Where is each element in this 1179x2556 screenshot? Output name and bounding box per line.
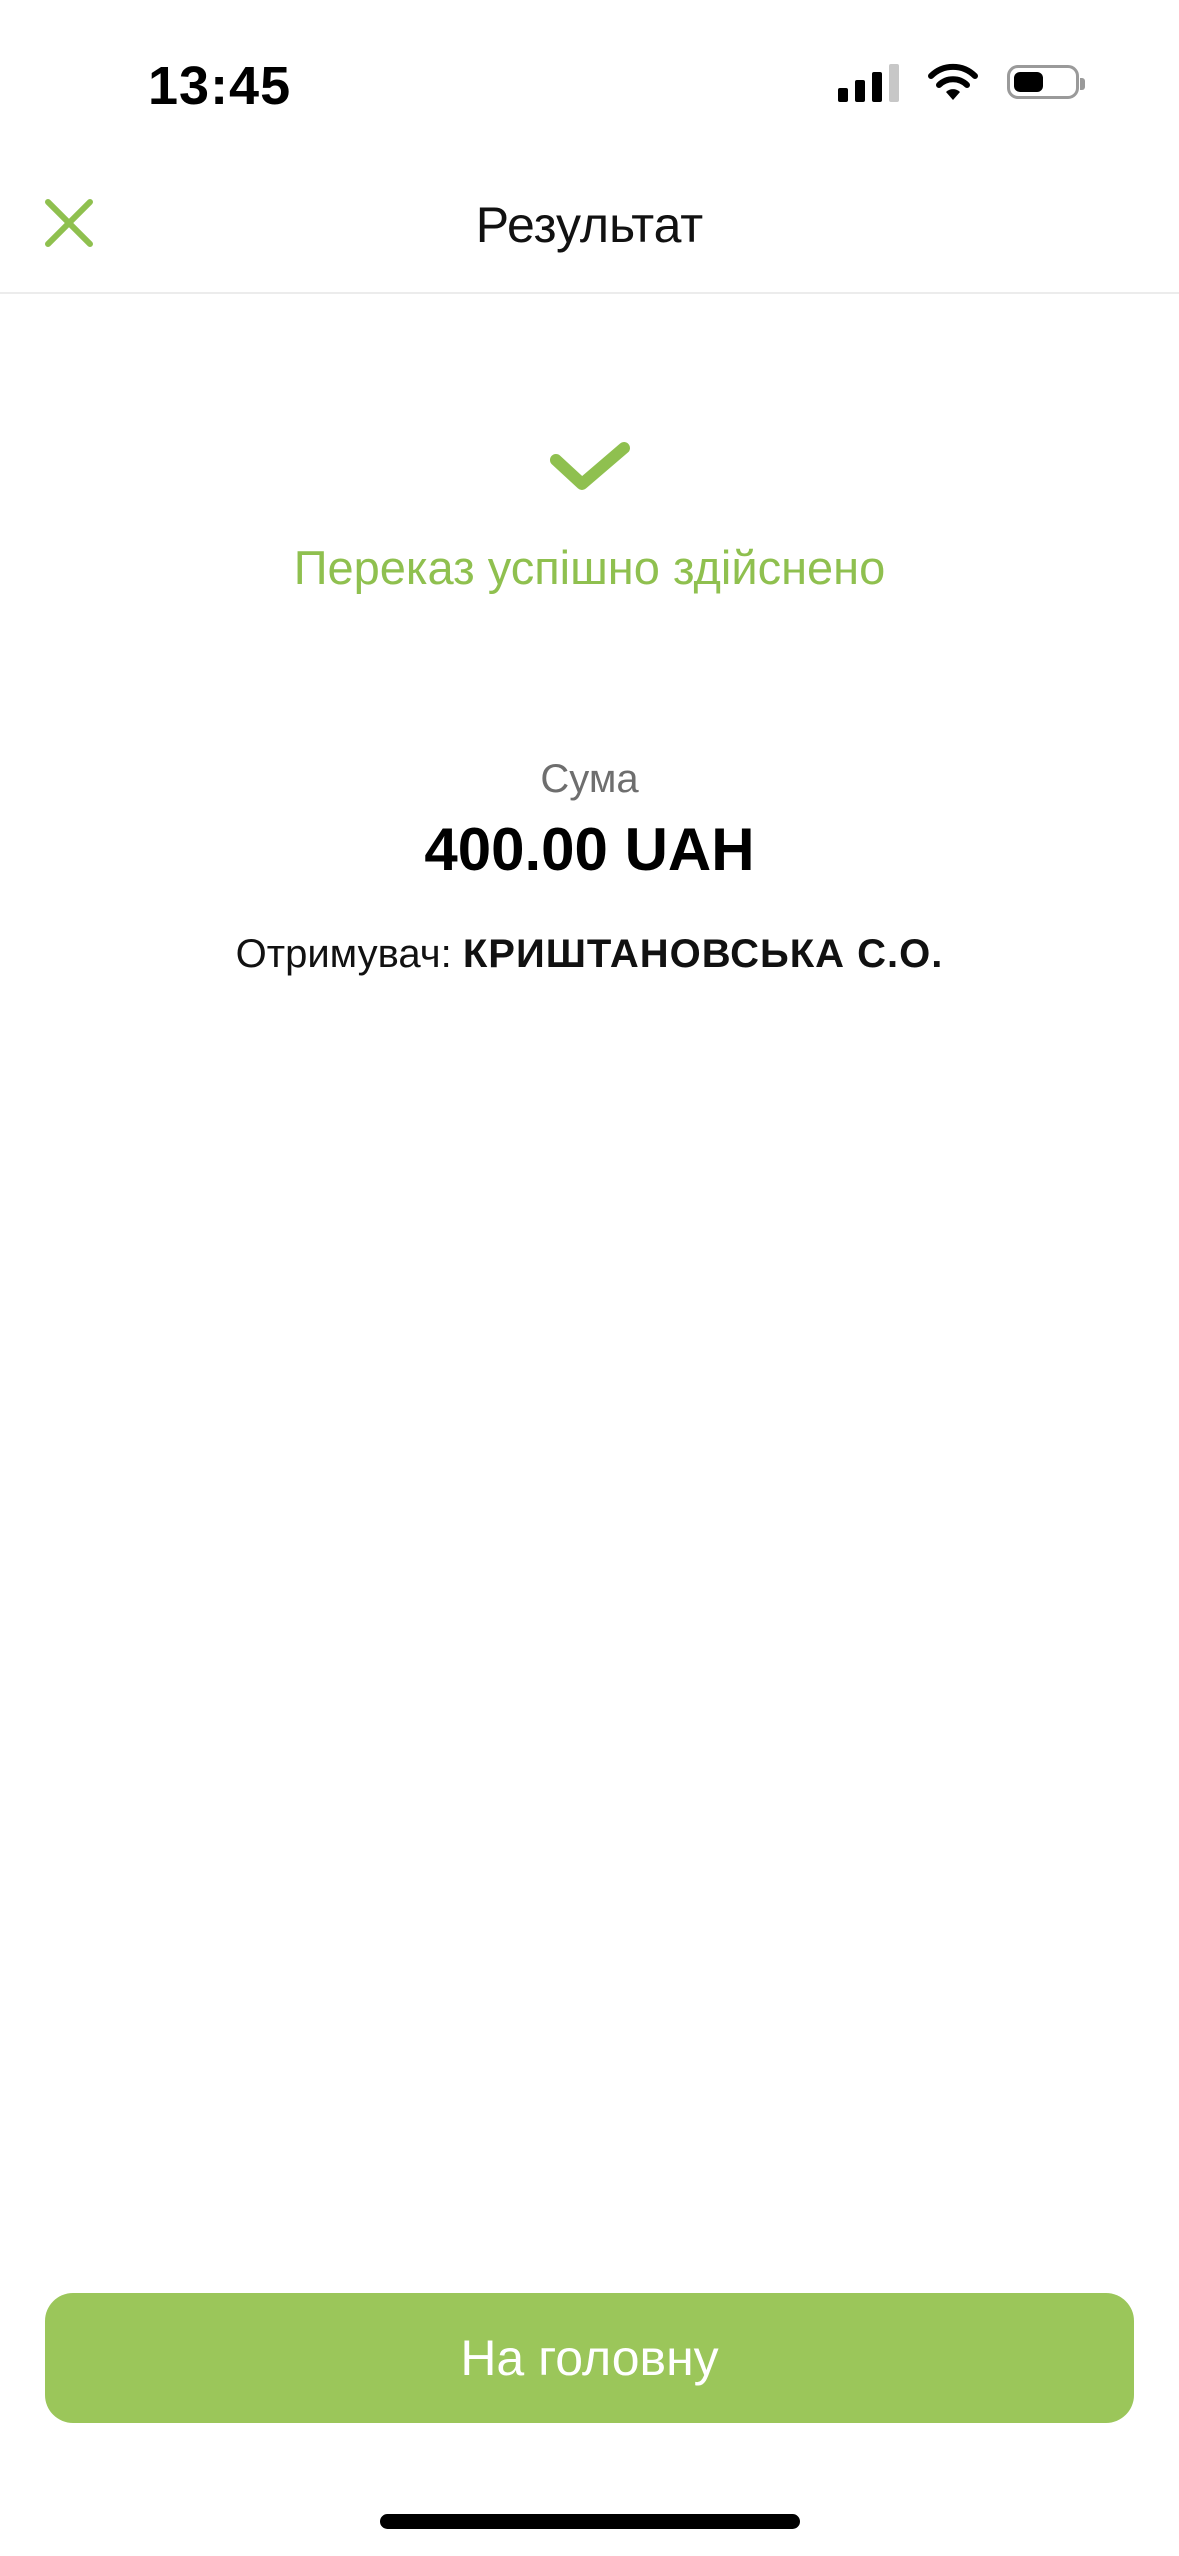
status-bar: 13:45 [0,0,1179,170]
success-message: Переказ успішно здійснено [293,541,886,594]
cellular-signal-icon [838,62,899,102]
status-icons [838,62,1085,102]
recipient-row: Отримувач: КРИШТАНОВСЬКА С.О. [0,932,1179,977]
recipient-name: КРИШТАНОВСЬКА С.О. [462,932,944,976]
home-indicator [380,2514,800,2529]
page-title: Результат [475,197,704,253]
home-button-label: На головну [460,2330,719,2386]
home-button[interactable]: На головну [45,2293,1134,2423]
amount-value: 400.00 UAH [424,816,755,883]
header: Результат [0,170,1179,294]
recipient-label: Отримувач: [235,932,452,976]
status-time: 13:45 [148,56,292,116]
checkmark-icon [550,442,630,490]
battery-level [1014,72,1043,92]
battery-icon [1007,65,1085,99]
amount-label: Сума [540,757,639,801]
wifi-icon [928,63,978,100]
